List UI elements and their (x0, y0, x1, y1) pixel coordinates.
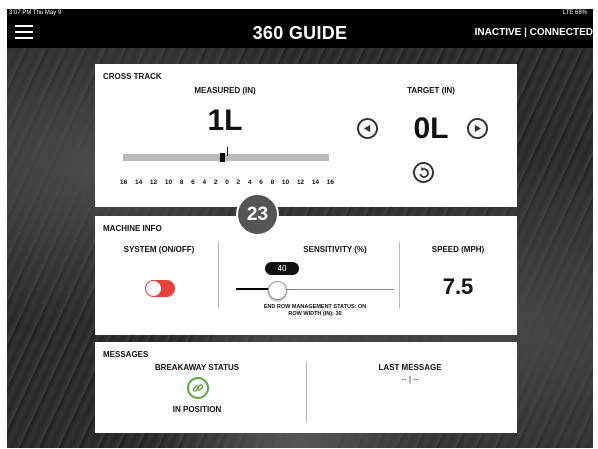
link-icon (192, 384, 204, 392)
scale-ticks: 16 14 12 10 8 6 4 2 0 2 4 6 8 10 12 14 1… (120, 179, 334, 186)
system-label: SYSTEM (ON/OFF) (123, 245, 195, 254)
messages-panel: MESSAGES BREAKAWAY STATUS IN POSITION LA… (95, 342, 517, 433)
arrow-left-icon (363, 124, 371, 133)
cross-track-panel: CROSS TRACK MEASURED (IN) 1L 16 14 12 10… (95, 64, 517, 207)
tick-label: 10 (164, 179, 173, 186)
cross-track-label: CROSS TRACK (103, 72, 162, 81)
tick-label: 2 (236, 179, 241, 186)
tick-label: 8 (270, 179, 275, 186)
divider (399, 242, 400, 308)
tick-label: 2 (213, 179, 218, 186)
tick-label: 16 (120, 179, 128, 186)
tick-label: 14 (311, 179, 320, 186)
breakaway-label: BREAKAWAY STATUS (154, 363, 240, 372)
tick-label: 0 (225, 179, 229, 186)
tick-label: 14 (134, 179, 143, 186)
app-header: 360 GUIDE INACTIVE | CONNECTED (7, 17, 593, 48)
tick-label: 12 (149, 179, 158, 186)
speed-value: 7.5 (442, 274, 474, 299)
target-label: TARGET (IN) (407, 86, 455, 95)
tick-label: 10 (281, 179, 290, 186)
machine-info-label: MACHINE INFO (103, 224, 162, 233)
machine-info-panel: MACHINE INFO SYSTEM (ON/OFF) SENSITIVITY… (95, 216, 517, 335)
divider (306, 362, 307, 422)
scale-center-tick (227, 147, 228, 156)
divider (218, 242, 219, 308)
tick-label: 6 (191, 179, 195, 186)
last-message-label: LAST MESSAGE (378, 363, 442, 372)
connection-status: INACTIVE | CONNECTED (474, 27, 593, 38)
tick-label: 12 (296, 179, 305, 186)
speed-label: SPEED (MPH) (431, 245, 485, 254)
row-width: ROW WIDTH (IN): 30 (288, 311, 342, 317)
tick-label: 4 (247, 179, 252, 186)
status-bar: 3:07 PM Thu May 9 LTE 68% (7, 9, 593, 17)
target-increase-button[interactable] (467, 118, 488, 139)
cross-track-scale (123, 154, 329, 161)
tick-label: 16 (326, 179, 334, 186)
status-time: 3:07 PM Thu May 9 (9, 10, 62, 16)
end-row-status: END ROW MANAGEMENT STATUS: ON (263, 304, 367, 310)
tick-label: 6 (259, 179, 263, 186)
cross-track-indicator (220, 153, 225, 162)
breakaway-status-icon (187, 377, 209, 399)
callout-badge: 23 (236, 193, 279, 236)
measured-label: MEASURED (IN) (194, 86, 256, 95)
messages-label: MESSAGES (103, 350, 149, 359)
breakaway-value: IN POSITION (172, 405, 222, 414)
target-decrease-button[interactable] (357, 118, 378, 139)
sensitivity-slider-thumb[interactable] (268, 281, 287, 300)
system-toggle[interactable] (145, 280, 175, 297)
app-screen: 3:07 PM Thu May 9 LTE 68% 360 GUIDE INAC… (7, 9, 593, 448)
sensitivity-label: SENSITIVITY (%) (303, 245, 367, 254)
last-message-value: -- | -- (401, 375, 419, 384)
arrow-right-icon (474, 124, 482, 133)
toggle-knob (146, 281, 161, 296)
sensitivity-value-bubble: 40 (265, 262, 299, 275)
status-signal: LTE 68% (562, 10, 587, 16)
target-reset-button[interactable] (413, 162, 434, 183)
target-value: 0L (413, 112, 449, 145)
tick-label: 4 (202, 179, 207, 186)
reset-icon (418, 166, 429, 178)
tick-label: 8 (179, 179, 184, 186)
measured-value: 1L (207, 104, 243, 137)
